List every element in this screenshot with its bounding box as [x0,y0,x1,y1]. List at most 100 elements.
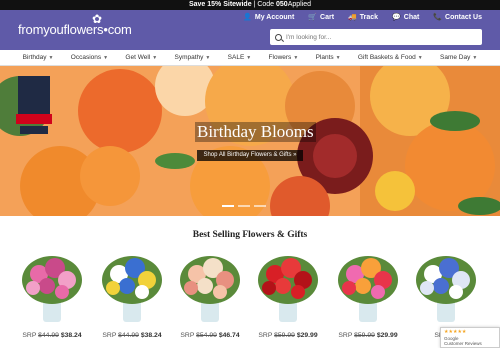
chat-link[interactable]: 💬 Chat [392,13,419,21]
carousel-dot[interactable] [222,205,234,207]
nav-gift-baskets[interactable]: Gift Baskets & Food ▼ [358,54,423,61]
chevron-down-icon: ▼ [417,55,423,61]
cart-label: Cart [320,14,335,21]
hero-banner[interactable]: Birthday Blooms Shop All Birthday Flower… [0,66,500,216]
product-price: SRP $44.99 $38.24 [97,332,167,339]
nav-label: Flowers [268,54,292,61]
price-prefix: SRP [338,332,355,339]
nav-get-well[interactable]: Get Well ▼ [125,54,157,61]
carousel-dot[interactable] [254,205,266,207]
track-link[interactable]: 🚚 Track [348,13,378,21]
site-header: ✿ fromyouflowers•com 👤 My Account 🛒 Cart 🚚… [0,10,500,50]
promo-banner[interactable]: Save 15% Sitewide | Code 050Applied [0,0,500,10]
nav-plants[interactable]: Plants ▼ [316,54,341,61]
chat-icon: 💬 [392,14,401,21]
nav-label: Occasions [70,54,102,61]
nav-label: Gift Baskets & Food [357,54,416,61]
nav-label: Birthday [22,54,47,61]
search-icon[interactable] [275,33,282,41]
product-card[interactable]: SRP $44.99 $38.24 [97,248,167,348]
chevron-down-icon: ▼ [205,55,211,61]
nav-birthday[interactable]: Birthday ▼ [23,54,54,61]
price-prefix: SRP [258,332,275,339]
nav-sale[interactable]: SALE ▼ [228,54,252,61]
carousel-dots [222,205,266,207]
original-price: $44.99 [118,332,139,339]
contact-link[interactable]: 📞 Contact Us [433,13,482,21]
product-image[interactable] [175,248,245,328]
truck-icon: 🚚 [348,14,357,21]
product-image[interactable] [253,248,323,328]
track-label: Track [359,14,379,21]
account-links: 👤 My Account 🛒 Cart 🚚 Track 💬 Chat 📞 Contact … [243,13,482,21]
product-price: SRP $59.99 $29.99 [333,332,403,339]
product-image[interactable] [333,248,403,328]
sale-price: $46.74 [218,332,240,339]
price-prefix: SRP [22,332,39,339]
product-card[interactable]: SRP $59.99 $29.99 [253,248,323,348]
shop-birthday-button[interactable]: Shop All Birthday Flowers & Gifts » [197,150,303,161]
chat-label: Chat [403,14,420,21]
google-reviews-badge[interactable]: ★★★★★ Google Customer Reviews [440,327,500,348]
original-price: $44.99 [38,332,59,339]
contact-label: Contact Us [445,14,482,21]
sale-price: $29.99 [376,332,398,339]
search-input[interactable] [286,33,476,41]
google-sublabel: Customer Reviews [444,341,482,346]
promo-applied: Applied [287,1,312,8]
product-image[interactable] [17,248,87,328]
chevron-down-icon: ▼ [152,55,158,61]
nav-label: Get Well [125,54,151,61]
cart-icon: 🛒 [308,14,318,21]
cart-link[interactable]: 🛒 Cart [308,13,334,21]
site-logo[interactable]: ✿ fromyouflowers•com [18,12,132,37]
product-card[interactable]: SRP $44.99 $38.24 [17,248,87,348]
original-price: $59.99 [274,332,295,339]
chevron-down-icon: ▼ [472,55,478,61]
product-card[interactable]: SRP $59.99 $29.99 [333,248,403,348]
nav-label: Sympathy [174,54,204,61]
price-prefix: SRP [102,332,119,339]
phone-icon: 📞 [433,14,443,21]
newsweek-badge [16,76,52,138]
promo-text: Save 15% Sitewide [188,1,252,8]
product-price: SRP $59.99 $29.99 [253,332,323,339]
product-image[interactable] [97,248,167,328]
sale-price: $38.24 [140,332,162,339]
price-prefix: SRP [180,332,197,339]
hero-title: Birthday Blooms [195,122,316,142]
my-account-label: My Account [254,14,295,21]
section-title: Best Selling Flowers & Gifts [192,230,308,240]
original-price: $54.99 [196,332,217,339]
promo-code: 050 [276,1,288,8]
sale-price: $29.99 [296,332,318,339]
chevron-down-icon: ▼ [103,55,109,61]
my-account-link[interactable]: 👤 My Account [243,13,294,21]
award-badge-icon [16,76,52,134]
nav-same-day[interactable]: Same Day ▼ [440,54,477,61]
product-price: SRP $54.99 $46.74 [175,332,245,339]
nav-sympathy[interactable]: Sympathy ▼ [174,54,210,61]
logo-text: fromyouflowers•com [18,22,132,37]
nav-label: Same Day [440,54,471,61]
nav-label: SALE [227,54,245,61]
product-image[interactable] [411,248,481,328]
search-box[interactable] [270,29,482,45]
product-card[interactable]: SRP $54.99 $46.74 [175,248,245,348]
main-nav: Birthday ▼ Occasions ▼ Get Well ▼ Sympathy ▼… [0,50,500,66]
product-grid: SRP $44.99 $38.24 SRP $44.99 $38.24 SRP $5… [0,248,500,348]
nav-label: Plants [315,54,334,61]
carousel-dot[interactable] [238,205,250,207]
flower-logo-icon: ✿ [92,12,102,26]
nav-occasions[interactable]: Occasions ▼ [71,54,108,61]
user-icon: 👤 [243,14,252,21]
product-price: SRP $44.99 $38.24 [17,332,87,339]
chevron-down-icon: ▼ [48,55,54,61]
sale-price: $38.24 [60,332,82,339]
original-price: $59.99 [354,332,375,339]
chevron-down-icon: ▼ [335,55,341,61]
chevron-down-icon: ▼ [246,55,252,61]
chevron-down-icon: ▼ [293,55,299,61]
nav-flowers[interactable]: Flowers ▼ [269,54,299,61]
promo-code-label: | Code [251,1,276,8]
